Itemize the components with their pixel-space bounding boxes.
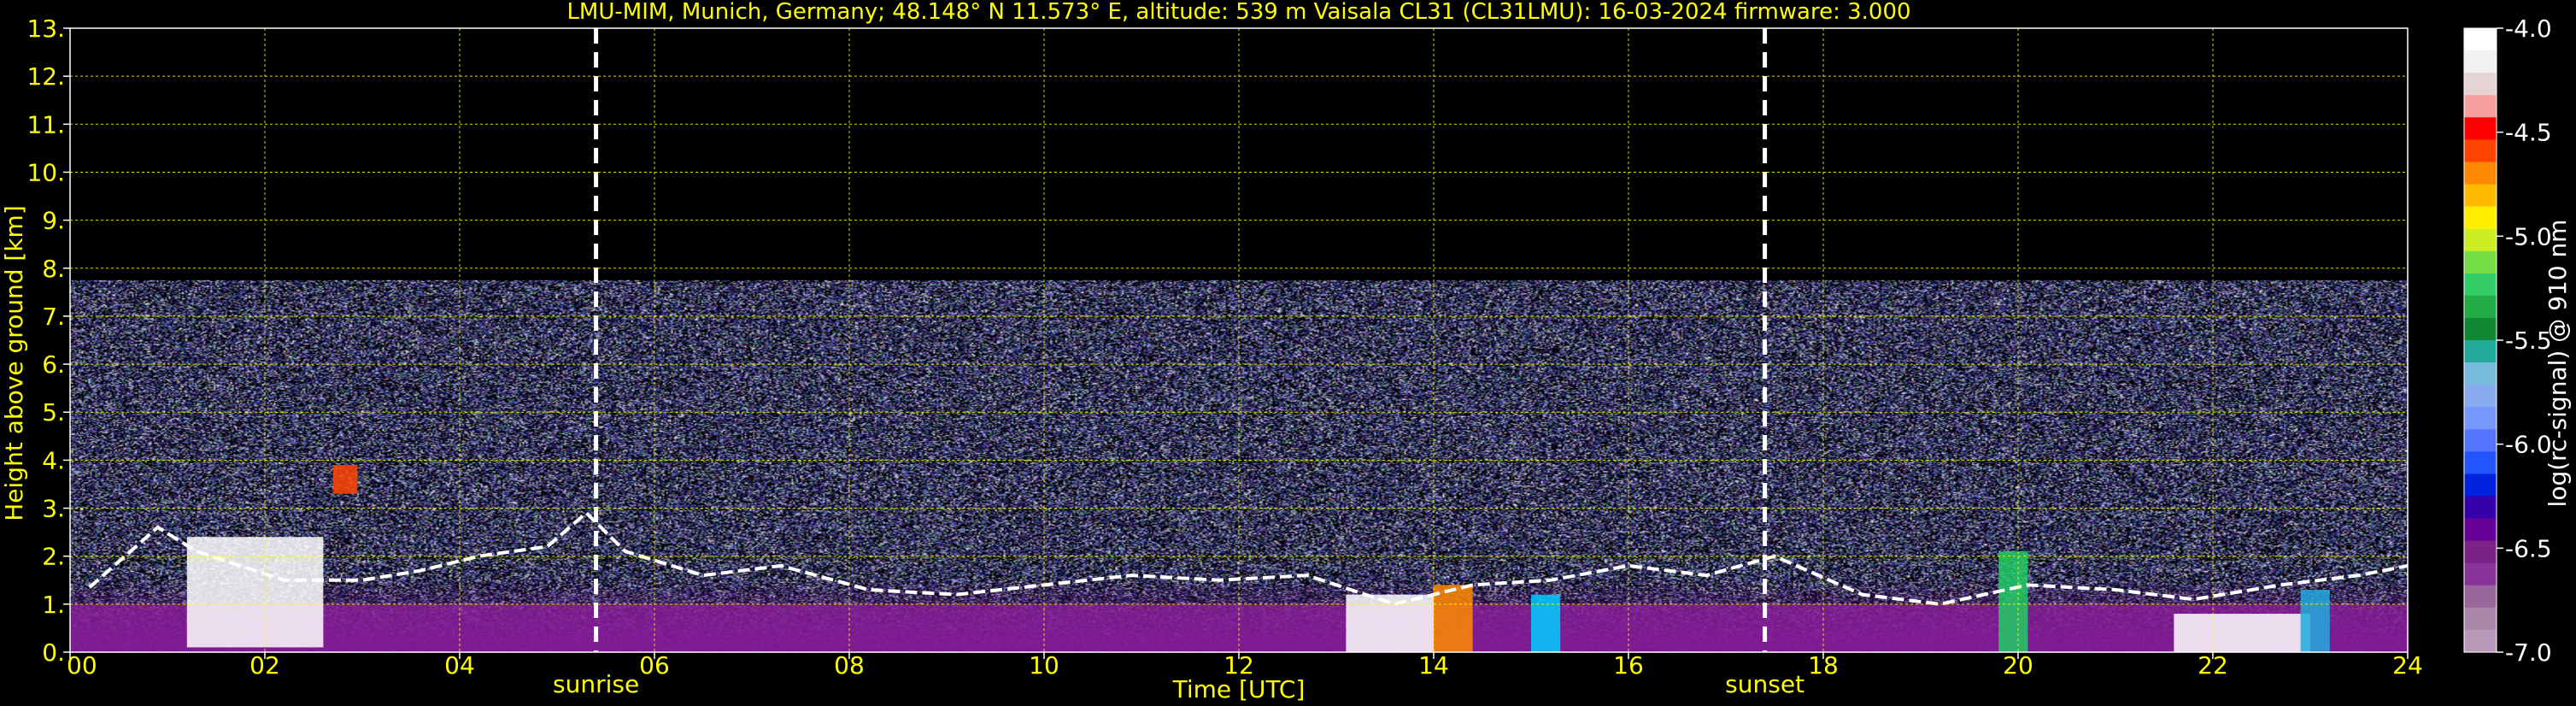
colorbar-segment <box>2464 117 2497 140</box>
y-tick-label: 12. <box>26 62 65 91</box>
colorbar-segment <box>2464 250 2497 274</box>
event-label-sunset: sunset <box>1725 670 1804 698</box>
y-tick-label: 6. <box>42 350 65 379</box>
y-tick-label: 10. <box>26 158 65 186</box>
y-axis-label: Height above ground [km] <box>0 205 28 521</box>
event-label-sunrise: sunrise <box>553 670 639 698</box>
plot-area <box>69 27 2409 653</box>
colorbar-segment <box>2464 73 2497 96</box>
x-tick-label: 20 <box>2003 651 2033 680</box>
x-tick-label: 14 <box>1418 651 1449 680</box>
colorbar-tick-label: -6.5 <box>2505 534 2552 562</box>
colorbar-segment <box>2464 607 2497 631</box>
signal-hotspot <box>332 465 358 494</box>
x-tick-label: 10 <box>1029 651 1059 680</box>
x-tick-label: 00 <box>67 651 97 680</box>
signal-hotspot <box>1434 585 1473 652</box>
colorbar-segment <box>2464 50 2497 74</box>
colorbar-segment <box>2464 317 2497 341</box>
colorbar-segment <box>2464 162 2497 185</box>
colorbar-segment <box>2464 139 2497 163</box>
signal-hotspot <box>2300 590 2330 652</box>
x-tick-label: 18 <box>1808 651 1839 680</box>
colorbar-segment <box>2464 585 2497 609</box>
y-tick-label: 4. <box>42 446 65 474</box>
colorbar-segment <box>2464 184 2497 208</box>
x-tick-label: 16 <box>1613 651 1644 680</box>
y-tick-label: 13. <box>26 15 65 43</box>
y-tick-label: 7. <box>42 303 65 331</box>
colorbar-tick-label: -4.5 <box>2505 119 2552 147</box>
y-tick-label: 1. <box>42 591 65 619</box>
colorbar-segment <box>2464 273 2497 297</box>
colorbar-label: log(rc-signal) @ 910 nm <box>2544 220 2572 508</box>
colorbar-segment <box>2464 407 2497 430</box>
colorbar-segment <box>2464 295 2497 319</box>
colorbar-segment <box>2464 451 2497 475</box>
colorbar <box>2463 27 2497 653</box>
x-tick-label: 06 <box>639 651 670 680</box>
x-tick-label: 24 <box>2392 651 2423 680</box>
signal-hotspot <box>2174 614 2310 652</box>
y-tick-label: 8. <box>42 255 65 283</box>
signal-hotspot <box>1531 594 1561 652</box>
colorbar-segment <box>2464 496 2497 520</box>
y-tick-label: 3. <box>42 495 65 523</box>
colorbar-segment <box>2464 562 2497 586</box>
x-tick-label: 22 <box>2198 651 2228 680</box>
colorbar-tick-label: -7.0 <box>2505 638 2552 667</box>
colorbar-segment <box>2464 340 2497 363</box>
colorbar-segment <box>2464 540 2497 564</box>
colorbar-tick-label: -4.0 <box>2505 15 2552 43</box>
colorbar-segment <box>2464 474 2497 497</box>
chart-title: LMU-MIM, Munich, Germany; 48.148° N 11.5… <box>566 0 1910 25</box>
x-tick-label: 02 <box>249 651 280 680</box>
colorbar-segment <box>2464 28 2497 51</box>
y-tick-label: 5. <box>42 398 65 427</box>
x-tick-label: 08 <box>834 651 865 680</box>
y-tick-label: 2. <box>42 543 65 571</box>
colorbar-segment <box>2464 206 2497 230</box>
y-tick-label: 0. <box>42 638 65 667</box>
colorbar-segment <box>2464 362 2497 385</box>
x-axis-label: Time [UTC] <box>1172 675 1306 703</box>
signal-hotspot <box>1998 551 2028 652</box>
y-tick-label: 9. <box>42 207 65 235</box>
signal-hotspot <box>1346 594 1434 652</box>
x-tick-label: 04 <box>444 651 475 680</box>
colorbar-segment <box>2464 629 2497 653</box>
colorbar-segment <box>2464 385 2497 408</box>
colorbar-segment <box>2464 228 2497 252</box>
colorbar-segment <box>2464 95 2497 118</box>
ceilometer-chart: 00 02 04 06 08 10 12 14 16 18 20 22 24 0.1.2.3.4.5.6… <box>0 0 2576 706</box>
y-tick-label: 11. <box>26 110 65 138</box>
colorbar-segment <box>2464 429 2497 452</box>
colorbar-segment <box>2464 518 2497 542</box>
